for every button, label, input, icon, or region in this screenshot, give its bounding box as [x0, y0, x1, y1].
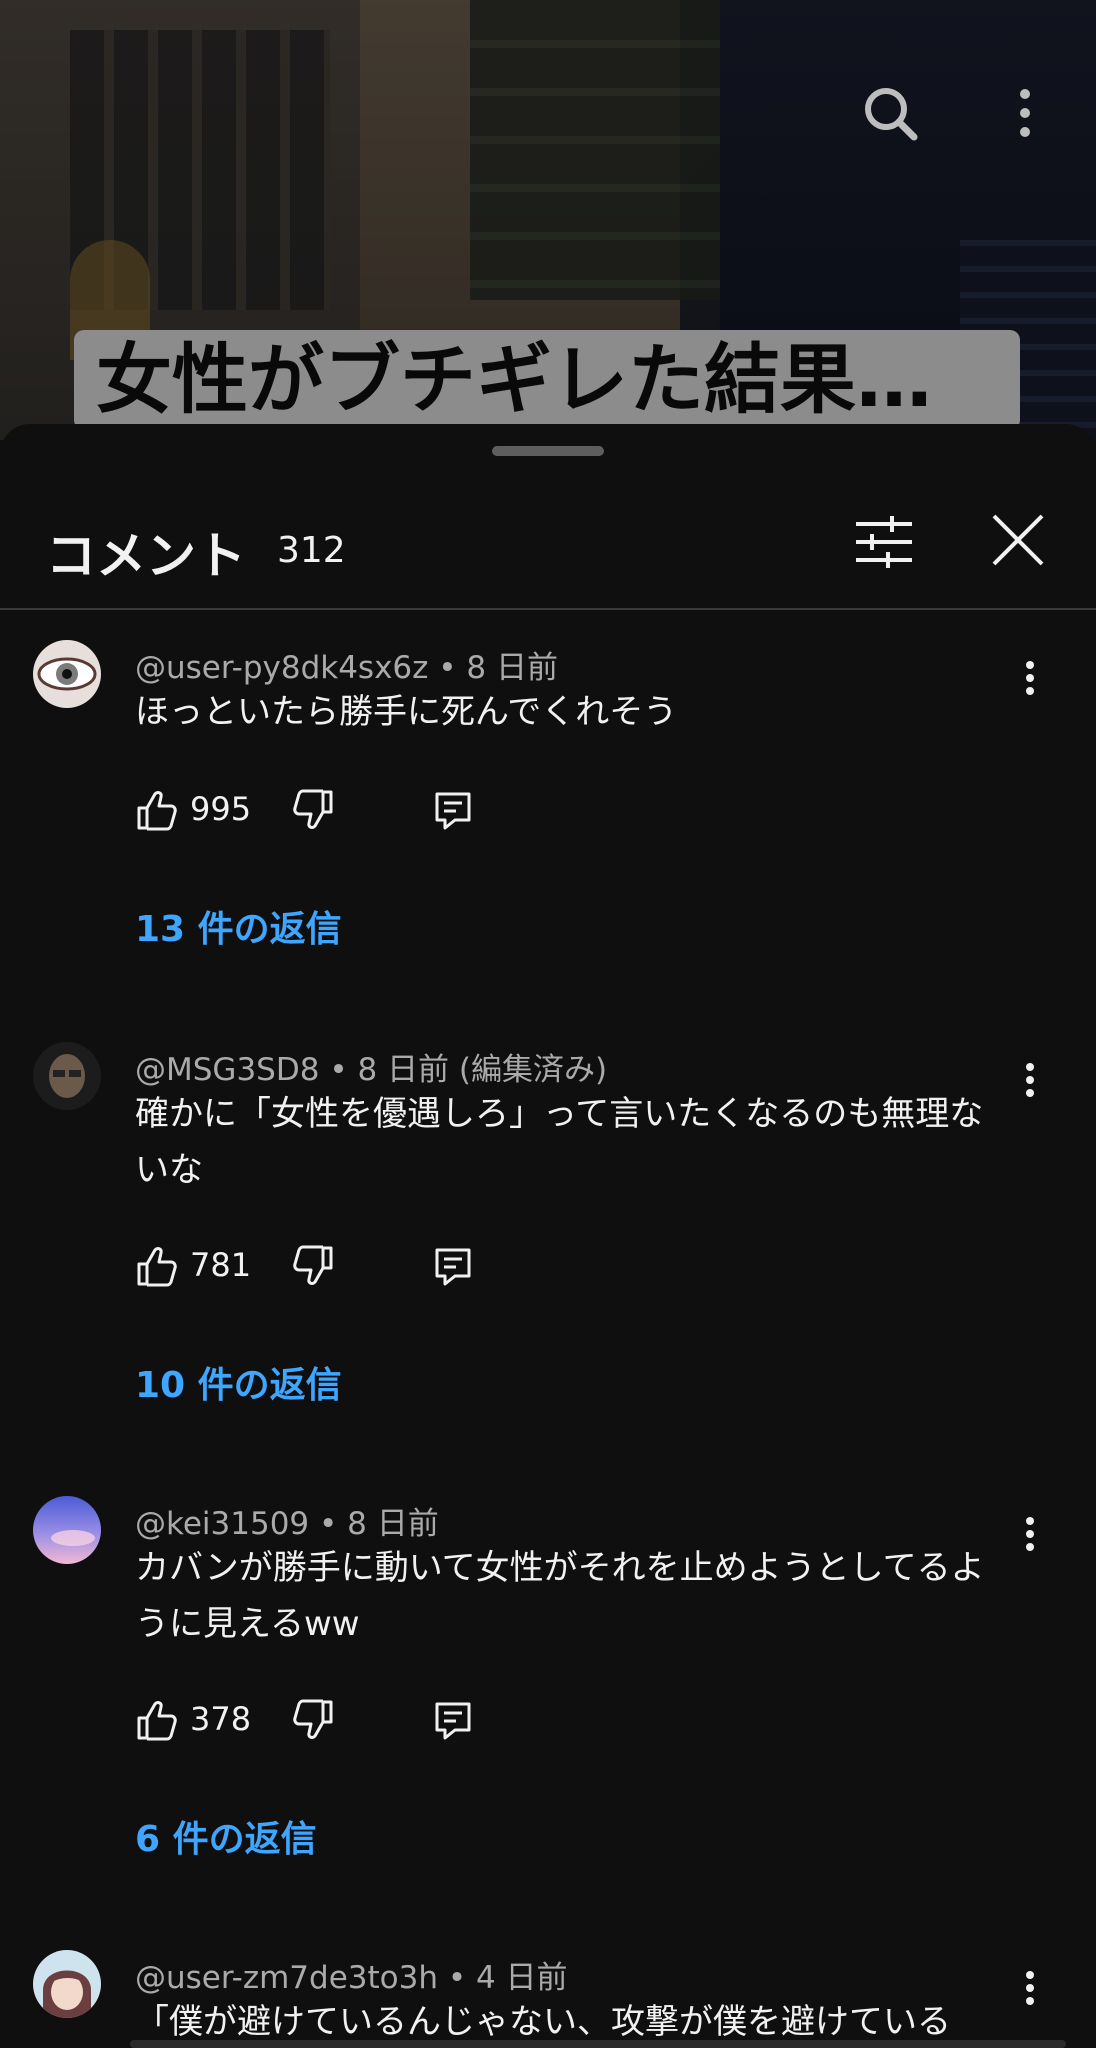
- meta-separator: •: [319, 1506, 348, 1542]
- search-button[interactable]: [855, 78, 925, 148]
- view-replies-link[interactable]: 6 件の返信: [135, 1810, 317, 1862]
- comments-sheet: コメント 312 @user-py8dk4sx6z • 8 日前 ほっといたら勝…: [0, 424, 1096, 2048]
- sky-avatar-icon: [33, 1496, 101, 1564]
- comment-actions: 995: [135, 782, 535, 838]
- comment-time: 8 日前: [347, 1506, 439, 1542]
- header-divider: [0, 608, 1096, 610]
- comment-author[interactable]: @kei31509: [135, 1506, 309, 1542]
- thumb-down-icon[interactable]: [291, 788, 335, 832]
- comment-meta: @user-zm7de3to3h • 4 日前: [135, 1952, 568, 1997]
- comment-author[interactable]: @user-zm7de3to3h: [135, 1960, 438, 1996]
- comment-text: ほっといたら勝手に死んでくれそう: [135, 692, 678, 732]
- sort-filter-button[interactable]: [852, 510, 916, 574]
- person-avatar-icon: [33, 1042, 101, 1110]
- comment-author[interactable]: @MSG3SD8: [135, 1052, 319, 1088]
- thumb-down-icon[interactable]: [291, 1698, 335, 1742]
- comments-title: コメント: [46, 527, 246, 585]
- comment-item: @user-zm7de3to3h • 4 日前 「僕が避けているんじゃない、攻撃…: [0, 1950, 1096, 2048]
- more-vert-icon: [1026, 661, 1034, 695]
- comment-meta: @MSG3SD8 • 8 日前 (編集済み): [135, 1044, 607, 1089]
- comment-time: 8 日前: [357, 1052, 450, 1088]
- meta-separator: •: [329, 1052, 358, 1088]
- like-count: 995: [190, 790, 252, 828]
- comment-time: 4 日前: [475, 1960, 568, 1996]
- like-count: 781: [190, 1246, 252, 1284]
- comment-more-button[interactable]: [1010, 1052, 1050, 1108]
- comment-meta: @user-py8dk4sx6z • 8 日前: [135, 642, 558, 687]
- view-replies-link[interactable]: 10 件の返信: [135, 1356, 342, 1408]
- more-vert-icon: [1026, 1517, 1034, 1551]
- like-count: 378: [190, 1700, 252, 1738]
- avatar[interactable]: [33, 1496, 101, 1564]
- more-options-button[interactable]: [990, 78, 1060, 148]
- more-vert-icon: [1020, 89, 1030, 137]
- thumb-down-icon[interactable]: [291, 1244, 335, 1288]
- bottom-input-bar[interactable]: [130, 2040, 1066, 2048]
- comment-actions: 781: [135, 1238, 535, 1294]
- comment-meta: @kei31509 • 8 日前: [135, 1498, 439, 1543]
- video-dim-overlay: [0, 0, 1096, 440]
- drag-handle[interactable]: [492, 446, 604, 456]
- comment-time: 8 日前: [466, 650, 558, 686]
- comment-more-button[interactable]: [1010, 1506, 1050, 1562]
- anime-avatar-icon: [33, 1950, 101, 2018]
- more-vert-icon: [1026, 1063, 1034, 1097]
- comment-author[interactable]: @user-py8dk4sx6z: [135, 650, 428, 686]
- close-icon: [992, 514, 1044, 566]
- avatar[interactable]: [33, 1950, 101, 2018]
- comments-header: コメント 312: [0, 492, 1096, 608]
- thumb-up-icon[interactable]: [135, 1698, 179, 1742]
- comment-text: 確かに「女性を優遇しろ」って言いたくなるのも無理ないな: [135, 1094, 984, 1190]
- reply-icon[interactable]: [431, 1244, 475, 1288]
- comments-count: 312: [277, 530, 346, 571]
- comment-actions: 378: [135, 1692, 535, 1748]
- avatar[interactable]: [33, 1042, 101, 1110]
- view-replies-link[interactable]: 13 件の返信: [135, 900, 342, 952]
- close-comments-button[interactable]: [986, 508, 1050, 572]
- comment-text: カバンが勝手に動いて女性がそれを止めようとしてるように見えるww: [135, 1548, 985, 1644]
- search-icon: [865, 88, 918, 141]
- meta-separator: •: [438, 650, 467, 686]
- eye-avatar-icon: [33, 640, 101, 708]
- reply-icon[interactable]: [431, 1698, 475, 1742]
- video-player[interactable]: 女性がブチギレた結果…: [0, 0, 1096, 440]
- meta-separator: •: [447, 1960, 476, 1996]
- avatar[interactable]: [33, 640, 101, 708]
- tune-icon: [856, 516, 912, 568]
- edited-label: (編集済み): [458, 1052, 608, 1088]
- thumb-up-icon[interactable]: [135, 1244, 179, 1288]
- comment-more-button[interactable]: [1010, 650, 1050, 706]
- thumb-up-icon[interactable]: [135, 788, 179, 832]
- reply-icon[interactable]: [431, 788, 475, 832]
